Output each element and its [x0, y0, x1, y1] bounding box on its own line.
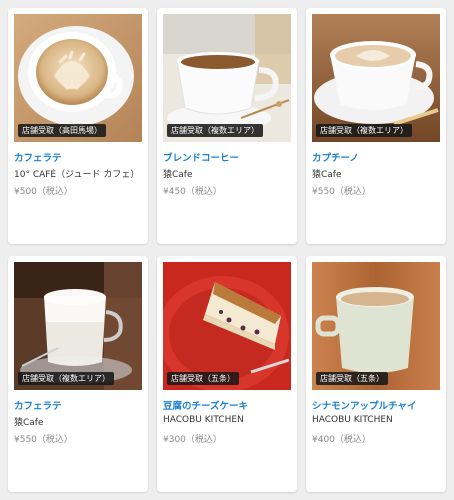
- pickup-badge: 店舗受取（高田馬場）: [18, 124, 106, 137]
- product-price: ¥300（税込）: [163, 435, 222, 445]
- product-image[interactable]: 店舗受取（高田馬場）: [14, 14, 142, 142]
- shop-name: 猿Cafe: [312, 170, 342, 180]
- product-card[interactable]: 店舗受取（五条） シナモンアップルチャイ HACOBU KITCHEN ¥400…: [306, 256, 446, 492]
- pickup-badge: 店舗受取（複数エリア）: [167, 124, 263, 137]
- product-card[interactable]: 店舗受取（複数エリア） ブレンドコーヒー 猿Cafe ¥450（税込）: [157, 8, 297, 244]
- product-price: ¥500（税込）: [14, 187, 73, 197]
- product-card[interactable]: 店舗受取（高田馬場） カフェラテ 10° CAFÉ（ジュード カフェ） ¥500…: [8, 8, 148, 244]
- blend-coffee-photo: [163, 14, 291, 142]
- product-title[interactable]: カフェラテ: [14, 150, 62, 164]
- chai-photo: [312, 262, 440, 390]
- shop-name: 10° CAFÉ（ジュード カフェ）: [14, 170, 140, 180]
- cheesecake-photo: [163, 262, 291, 390]
- product-title[interactable]: 豆腐のチーズケーキ: [163, 398, 248, 412]
- product-image[interactable]: 店舗受取（複数エリア）: [312, 14, 440, 142]
- product-image[interactable]: 店舗受取（複数エリア）: [14, 262, 142, 390]
- product-title[interactable]: シナモンアップルチャイ: [312, 398, 416, 412]
- latte-glass-photo: [14, 262, 142, 390]
- product-price: ¥450（税込）: [163, 187, 222, 197]
- shop-name: 猿Cafe: [14, 418, 44, 428]
- product-title[interactable]: ブレンドコーヒー: [163, 150, 239, 164]
- product-price: ¥550（税込）: [14, 435, 73, 445]
- product-price: ¥400（税込）: [312, 435, 371, 445]
- shop-name: 猿Cafe: [163, 170, 193, 180]
- product-image[interactable]: 店舗受取（五条）: [163, 262, 291, 390]
- pickup-badge: 店舗受取（複数エリア）: [316, 124, 412, 137]
- product-title[interactable]: カフェラテ: [14, 398, 62, 412]
- shop-name: HACOBU KITCHEN: [163, 415, 244, 425]
- product-image[interactable]: 店舗受取（五条）: [312, 262, 440, 390]
- product-price: ¥550（税込）: [312, 187, 371, 197]
- product-title[interactable]: カプチーノ: [312, 150, 359, 164]
- pickup-badge: 店舗受取（五条）: [316, 372, 388, 385]
- product-card[interactable]: 店舗受取（複数エリア） カプチーノ 猿Cafe ¥550（税込）: [306, 8, 446, 244]
- latte-art-photo: [14, 14, 142, 142]
- pickup-badge: 店舗受取（五条）: [167, 372, 239, 385]
- shop-name: HACOBU KITCHEN: [312, 415, 393, 425]
- product-card[interactable]: 店舗受取（複数エリア） カフェラテ 猿Cafe ¥550（税込）: [8, 256, 148, 492]
- product-card[interactable]: 店舗受取（五条） 豆腐のチーズケーキ HACOBU KITCHEN ¥300（税…: [157, 256, 297, 492]
- cappuccino-photo: [312, 14, 440, 142]
- pickup-badge: 店舗受取（複数エリア）: [18, 372, 114, 385]
- product-image[interactable]: 店舗受取（複数エリア）: [163, 14, 291, 142]
- product-grid: 店舗受取（高田馬場） カフェラテ 10° CAFÉ（ジュード カフェ） ¥500…: [0, 0, 454, 500]
